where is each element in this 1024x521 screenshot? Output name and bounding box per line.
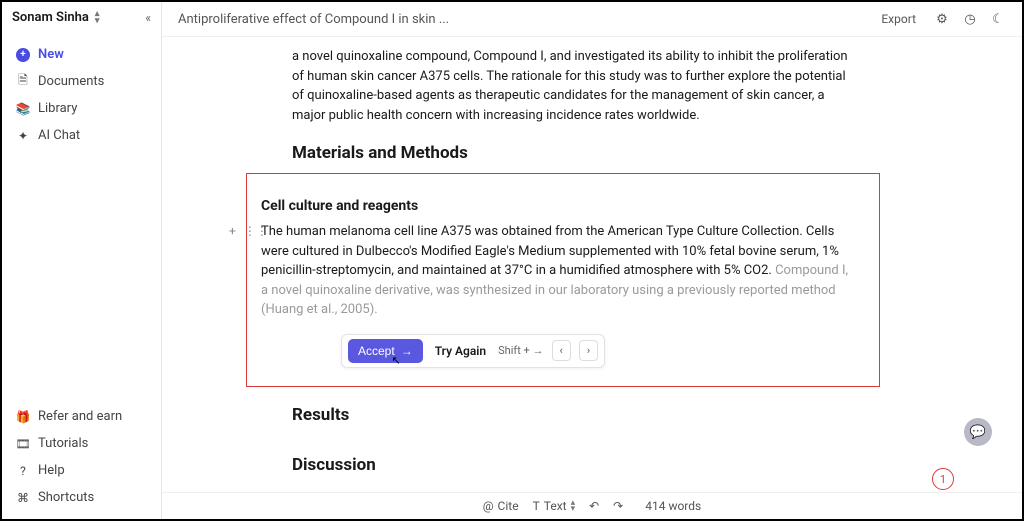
sidebar-item-label: Help [38,463,65,478]
badge-count: 1 [940,473,946,486]
sidebar-item-library[interactable]: 📚 Library [12,95,151,122]
sidebar-item-label: Shortcuts [38,490,94,505]
clock-icon[interactable]: ◷ [962,11,978,27]
library-icon: 📚 [16,102,30,116]
arrow-right-icon: → [401,344,413,358]
keyboard-icon: ⌘ [16,491,30,505]
cite-button[interactable]: @ Cite [483,499,519,513]
accept-button[interactable]: Accept → ↖ [348,339,423,363]
cursor-icon: ↖ [391,354,400,367]
document-title[interactable]: Antiproliferative effect of Compound I i… [178,12,863,27]
new-button[interactable]: + New [12,41,151,68]
editor-content[interactable]: a novel quinoxaline compound, Compound I… [162,37,1022,492]
sidebar-item-label: Library [38,101,77,116]
at-icon: @ [483,499,494,513]
chat-bubble-button[interactable]: 💬 [964,418,992,446]
help-icon: ? [16,464,30,478]
export-button[interactable]: Export [875,10,922,28]
existing-text: The human melanoma cell line A375 was ob… [261,224,839,278]
gear-icon[interactable]: ⚙ [934,11,950,27]
sidebar-item-ai-chat[interactable]: ✦ AI Chat [12,122,151,149]
add-block-icon[interactable]: + [229,224,236,238]
plus-icon: + [16,48,30,62]
sidebar-item-refer[interactable]: 🎁 Refer and earn [12,403,151,430]
ai-suggestion-frame: Cell culture and reagents + ⋮⋮ The human… [246,173,880,387]
sidebar-item-label: Documents [38,74,104,89]
sidebar-item-label: Tutorials [38,436,88,451]
gift-icon: 🎁 [16,410,30,424]
suggestion-action-bar: Accept → ↖ Try Again Shift + → ‹ › [341,334,605,368]
up-down-icon: ▴▾ [95,11,100,24]
document-icon: 🗎 [16,75,30,89]
cite-label: Cite [498,499,519,513]
video-icon: 🎞 [16,437,30,451]
sidebar-item-documents[interactable]: 🗎 Documents [12,68,151,95]
text-icon: T [533,499,540,513]
topbar: Antiproliferative effect of Compound I i… [162,2,1022,37]
user-name: Sonam Sinha [12,10,89,25]
sidebar-item-label: AI Chat [38,128,80,143]
try-again-button[interactable]: Try Again [431,344,490,358]
prev-suggestion-button[interactable]: ‹ [552,340,571,361]
next-suggestion-button[interactable]: › [579,340,598,361]
chat-icon: ✦ [16,129,30,143]
sidebar-item-help[interactable]: ? Help [12,457,151,484]
sidebar: Sonam Sinha ▴▾ « + New 🗎 Documents 📚 Lib… [2,2,162,519]
text-style-button[interactable]: T Text ▴▾ [533,499,576,513]
heading-methods[interactable]: Materials and Methods [292,143,852,163]
accept-label: Accept [358,344,395,358]
text-label: Text [544,499,567,513]
notification-badge[interactable]: 1 [932,468,954,490]
main: Antiproliferative effect of Compound I i… [162,2,1022,519]
shortcut-hint: Shift + → [498,344,543,357]
heading-cell-culture[interactable]: Cell culture and reagents [261,198,851,214]
word-count: 414 words [645,499,701,513]
up-down-icon: ▴▾ [571,500,576,513]
collapse-sidebar-button[interactable]: « [145,11,151,25]
drag-handle-icon[interactable]: ⋮⋮ [244,224,268,238]
sidebar-item-label: Refer and earn [38,409,122,424]
paragraph-cell-culture[interactable]: The human melanoma cell line A375 was ob… [261,222,851,320]
redo-button[interactable]: ↷ [613,499,623,513]
user-switcher[interactable]: Sonam Sinha ▴▾ [12,10,99,25]
heading-discussion[interactable]: Discussion [292,455,852,475]
heading-results[interactable]: Results [292,405,852,425]
sidebar-item-tutorials[interactable]: 🎞 Tutorials [12,430,151,457]
sidebar-item-shortcuts[interactable]: ⌘ Shortcuts [12,484,151,511]
dark-mode-icon[interactable]: ☾ [990,11,1006,27]
paragraph[interactable]: a novel quinoxaline compound, Compound I… [292,47,852,125]
new-label: New [38,47,64,62]
bottom-toolbar: @ Cite T Text ▴▾ ↶ ↷ 414 words [162,492,1022,519]
chat-bubble-icon: 💬 [970,425,986,440]
undo-button[interactable]: ↶ [589,499,599,513]
